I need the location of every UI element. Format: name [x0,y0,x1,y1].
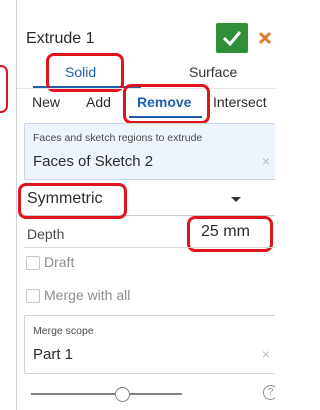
draft-checkbox[interactable] [26,256,40,270]
screenshot-stage: Extrude 1 Solid Surface New Add Remove I… [0,0,275,410]
faces-field-value: Faces of Sketch 2 [33,153,154,170]
annotation-highlight-end-type [18,183,127,219]
dialog-header: Extrude 1 [17,0,275,53]
cancel-button[interactable] [255,24,275,52]
operation-new[interactable]: New [32,94,60,110]
merge-scope-label: Merge scope [33,325,94,337]
merge-scope-field[interactable]: Merge scope Part 1 × [24,315,275,374]
depth-label: Depth [27,226,65,242]
extrude-dialog: Extrude 1 Solid Surface New Add Remove I… [16,0,275,410]
close-icon [259,32,271,44]
slider-track[interactable] [31,393,182,395]
chevron-down-icon[interactable] [231,197,241,202]
merge-scope-value: Part 1 [33,346,74,363]
dialog-title: Extrude 1 [26,30,95,47]
checkmark-icon [222,31,242,46]
merge-with-all-label: Merge with all [44,287,131,303]
depth-underline [24,247,275,248]
operation-add[interactable]: Add [86,94,111,110]
merge-with-all-checkbox[interactable] [26,289,40,303]
annotation-highlight-solid [46,53,124,92]
draft-label: Draft [44,254,75,270]
annotation-highlight-remove [123,84,210,124]
accept-button[interactable] [216,23,248,53]
faces-field-label: Faces and sketch regions to extrude [33,132,203,144]
operation-intersect[interactable]: Intersect [213,94,267,110]
help-icon[interactable]: ? [263,385,275,400]
slider-thumb[interactable] [115,387,130,402]
faces-selection-field[interactable]: Faces and sketch regions to extrude Face… [24,123,275,180]
merge-scope-clear-icon[interactable]: × [262,346,270,362]
annotation-highlight-left [0,65,8,113]
tab-surface[interactable]: Surface [189,64,237,80]
faces-clear-icon[interactable]: × [262,153,270,169]
